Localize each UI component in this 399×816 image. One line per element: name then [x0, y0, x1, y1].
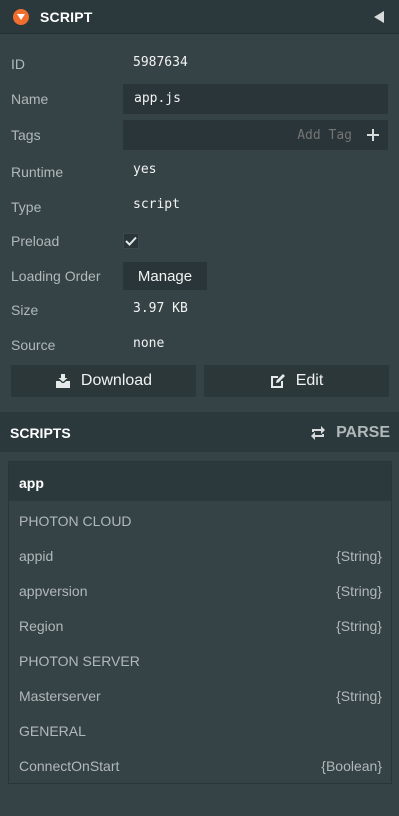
script-attributes-panel: app PHOTON CLOUD appid {String} appversi… — [8, 461, 392, 784]
runtime-value: yes — [133, 162, 157, 177]
loading-order-label: Loading Order — [11, 268, 101, 284]
row-label: Region — [19, 618, 64, 634]
download-icon — [55, 373, 70, 388]
check-icon — [125, 236, 137, 246]
script-attribute-row[interactable]: ConnectOnStart {Boolean} — [9, 749, 391, 784]
script-name: app — [19, 475, 44, 491]
size-value: 3.97 KB — [133, 301, 188, 316]
row-type: {Boolean} — [321, 758, 382, 774]
collapse-toggle-icon[interactable] — [13, 9, 29, 25]
row-label: Masterserver — [19, 688, 101, 704]
row-type: {String} — [336, 583, 382, 599]
edit-label: Edit — [295, 372, 324, 389]
refresh-icon — [311, 426, 326, 440]
row-type: {String} — [336, 618, 382, 634]
panel-title: SCRIPT — [40, 9, 93, 25]
name-value: app.js — [134, 91, 181, 106]
script-attribute-row[interactable]: appversion {String} — [9, 574, 391, 609]
name-field[interactable]: app.js — [123, 84, 388, 114]
row-type: {String} — [336, 548, 382, 564]
tags-field — [123, 120, 388, 150]
edit-button[interactable]: Edit — [204, 365, 389, 397]
plus-icon[interactable] — [359, 121, 387, 149]
scripts-title: SCRIPTS — [10, 425, 71, 441]
row-label: GENERAL — [19, 723, 86, 739]
download-button[interactable]: Download — [11, 365, 196, 397]
name-label: Name — [11, 91, 49, 107]
id-label: ID — [11, 56, 25, 72]
row-label: PHOTON CLOUD — [19, 513, 132, 529]
source-label: Source — [11, 337, 56, 353]
script-group-header: PHOTON SERVER — [9, 644, 391, 679]
add-tag-input[interactable] — [124, 121, 360, 149]
parse-button[interactable]: PARSE — [310, 422, 390, 444]
preload-checkbox[interactable] — [123, 233, 139, 249]
scripts-header: SCRIPTS PARSE — [0, 412, 399, 452]
type-label: Type — [11, 199, 42, 215]
row-label: ConnectOnStart — [19, 758, 120, 774]
script-name-header: app — [9, 462, 391, 501]
script-group-header: GENERAL — [9, 714, 391, 749]
script-attribute-row[interactable]: Masterserver {String} — [9, 679, 391, 714]
row-label: appid — [19, 548, 54, 564]
id-value: 5987634 — [133, 55, 188, 70]
script-panel-header: SCRIPT — [0, 0, 399, 34]
size-label: Size — [11, 302, 39, 318]
row-type: {String} — [336, 688, 382, 704]
script-group-header: PHOTON CLOUD — [9, 504, 391, 539]
triangle-left-icon[interactable] — [373, 11, 385, 23]
runtime-label: Runtime — [11, 164, 64, 180]
manage-button[interactable]: Manage — [123, 262, 207, 290]
download-label: Download — [80, 372, 153, 389]
row-label: PHOTON SERVER — [19, 653, 140, 669]
script-attribute-row[interactable]: appid {String} — [9, 539, 391, 574]
type-value: script — [133, 197, 180, 212]
source-value: none — [133, 336, 165, 351]
parse-label: PARSE — [336, 424, 390, 441]
tags-label: Tags — [11, 127, 41, 143]
preload-label: Preload — [11, 233, 60, 249]
row-label: appversion — [19, 583, 88, 599]
edit-icon — [270, 374, 285, 388]
script-attribute-row[interactable]: Region {String} — [9, 609, 391, 644]
